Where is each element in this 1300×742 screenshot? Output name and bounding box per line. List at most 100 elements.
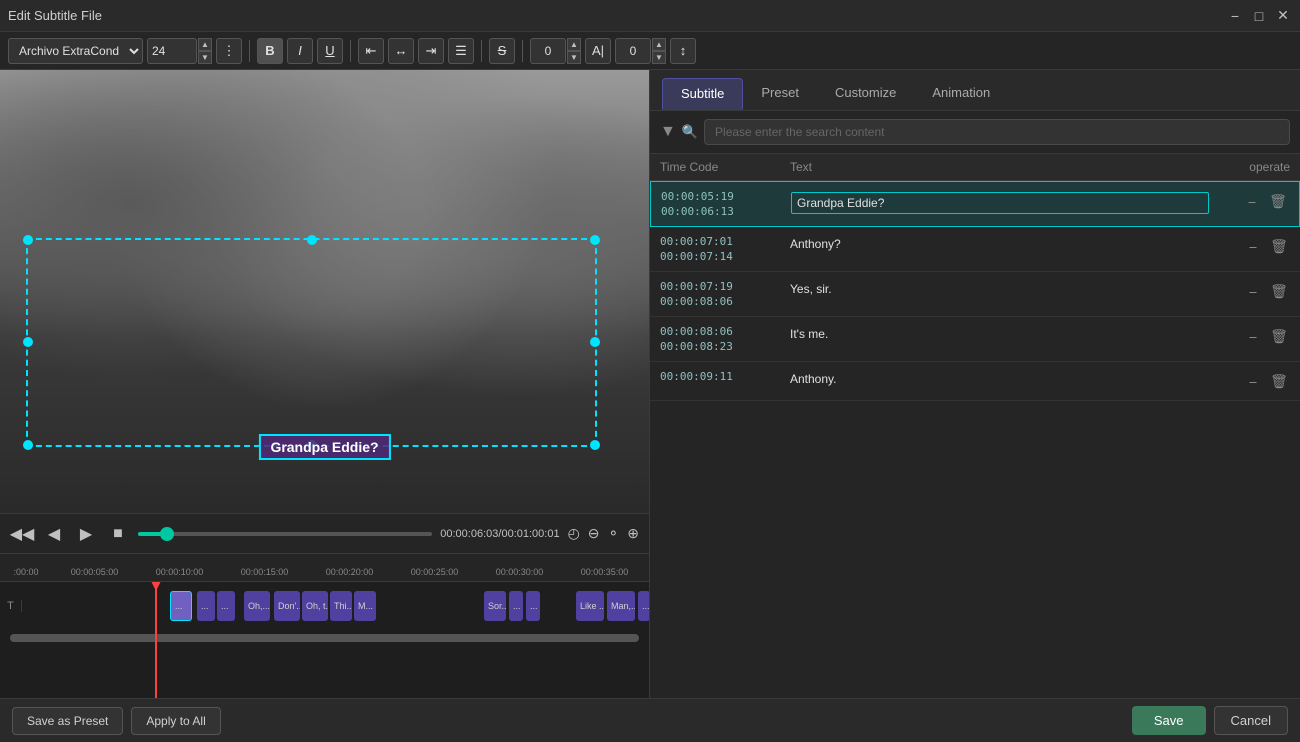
save-preset-button[interactable]: Save as Preset — [12, 707, 123, 735]
tab-animation[interactable]: Animation — [914, 78, 1008, 110]
clip-6[interactable]: Thi... — [330, 591, 352, 621]
align-center-button[interactable]: ↔ — [388, 38, 414, 64]
zoom-in-button[interactable]: ⊕ — [627, 525, 639, 542]
handle-mid-right[interactable] — [590, 337, 600, 347]
play-button[interactable]: ▶ — [74, 522, 98, 546]
fit-button[interactable]: ◴ — [568, 525, 580, 542]
skip-back-button[interactable]: ◀◀ — [10, 522, 34, 546]
font-selector[interactable]: Archivo ExtraCond — [8, 38, 143, 64]
mark-7: 00:00:35:00 — [562, 567, 647, 577]
handle-mid-left[interactable] — [23, 337, 33, 347]
font-size-up[interactable]: ▲ — [198, 38, 212, 51]
subtitle-item-4[interactable]: 00:00:08:06 00:00:08:23 It's me. ⎯ 🗑 — [650, 317, 1300, 362]
split-button-3[interactable]: ⎯ — [1242, 280, 1264, 302]
delete-button-4[interactable]: 🗑 — [1268, 325, 1290, 347]
right-panel: Subtitle Preset Customize Animation ▼ 🔍 … — [650, 70, 1300, 698]
delete-button-1[interactable]: 🗑 — [1267, 190, 1289, 212]
zoom-out-button[interactable]: ⊖ — [588, 525, 600, 542]
strikethrough-button[interactable]: S — [489, 38, 515, 64]
maximize-button[interactable]: □ — [1250, 7, 1268, 25]
split-button-5[interactable]: ⎯ — [1242, 370, 1264, 392]
font-size-input[interactable]: 24 — [147, 38, 197, 64]
end-time-3: 00:00:08:06 — [660, 295, 790, 308]
position-input[interactable] — [615, 38, 651, 64]
progress-thumb[interactable] — [160, 527, 174, 541]
clip-1[interactable]: ... — [197, 591, 215, 621]
clip-3[interactable]: Oh,... — [244, 591, 270, 621]
video-area: Grandpa Eddie? — [0, 70, 649, 513]
bottom-right: Save Cancel — [1132, 706, 1288, 735]
save-button[interactable]: Save — [1132, 706, 1206, 735]
timecodes-3: 00:00:07:19 00:00:08:06 — [660, 280, 790, 308]
position-group: ▲ ▼ — [615, 38, 666, 64]
subtitle-text-input-1[interactable] — [791, 192, 1209, 214]
handle-bot-left[interactable] — [23, 440, 33, 450]
spacing-up[interactable]: ▲ — [567, 38, 581, 51]
spacing-down[interactable]: ▼ — [567, 51, 581, 64]
stop-button[interactable]: ■ — [106, 522, 130, 546]
clip-12[interactable]: Man,... — [607, 591, 635, 621]
apply-all-button[interactable]: Apply to All — [131, 707, 220, 735]
split-button-4[interactable]: ⎯ — [1242, 325, 1264, 347]
delete-button-3[interactable]: 🗑 — [1268, 280, 1290, 302]
clip-7[interactable]: M... — [354, 591, 376, 621]
mark-3: 00:00:15:00 — [222, 567, 307, 577]
timeline-tracks[interactable]: T ... ... ... Oh,... Don'... Oh, t... Th… — [0, 582, 649, 698]
start-time-1: 00:00:05:19 — [661, 190, 791, 203]
clip-10[interactable]: ... — [526, 591, 540, 621]
tab-subtitle[interactable]: Subtitle — [662, 78, 743, 110]
subtitle-item-2[interactable]: 00:00:07:01 00:00:07:14 Anthony? ⎯ 🗑 — [650, 227, 1300, 272]
timeline-scrollbar[interactable] — [10, 634, 639, 642]
handle-top-left[interactable] — [23, 235, 33, 245]
close-button[interactable]: ✕ — [1274, 7, 1292, 25]
clip-11[interactable]: Like ... — [576, 591, 604, 621]
zoom-point-button[interactable]: ⚬ — [608, 525, 620, 542]
frame-back-button[interactable]: ◀ — [42, 522, 66, 546]
cancel-button[interactable]: Cancel — [1214, 706, 1288, 735]
filter-button[interactable]: ▼ — [660, 123, 676, 141]
handle-top-mid[interactable] — [307, 235, 317, 245]
search-input[interactable] — [704, 119, 1290, 145]
clip-2[interactable]: ... — [217, 591, 235, 621]
handle-top-right[interactable] — [590, 235, 600, 245]
subtitle-item-3[interactable]: 00:00:07:19 00:00:08:06 Yes, sir. ⎯ 🗑 — [650, 272, 1300, 317]
progress-bar[interactable] — [138, 532, 432, 536]
start-time-5: 00:00:09:11 — [660, 370, 790, 383]
font-size-stepper: ▲ ▼ — [198, 38, 212, 64]
text-style-icon[interactable]: ⋮ — [216, 38, 242, 64]
actions-2: ⎯ 🗑 — [1210, 235, 1290, 257]
subtitle-item-1[interactable]: 00:00:05:19 00:00:06:13 ⎯ 🗑 — [650, 181, 1300, 227]
position-up[interactable]: ▲ — [652, 38, 666, 51]
handle-bot-right[interactable] — [590, 440, 600, 450]
selection-box[interactable] — [26, 238, 597, 446]
delete-button-2[interactable]: 🗑 — [1268, 235, 1290, 257]
minimize-button[interactable]: − — [1226, 7, 1244, 25]
clip-9[interactable]: ... — [509, 591, 523, 621]
spacing-input[interactable] — [530, 38, 566, 64]
title-bar-controls: − □ ✕ — [1226, 7, 1292, 25]
timeline-ruler: :00:00 00:00:05:00 00:00:10:00 00:00:15:… — [0, 554, 649, 582]
tab-customize[interactable]: Customize — [817, 78, 914, 110]
split-button-1[interactable]: ⎯ — [1241, 190, 1263, 212]
clip-active[interactable]: ... — [170, 591, 192, 621]
align-justify-button[interactable]: ☰ — [448, 38, 474, 64]
font-size-down[interactable]: ▼ — [198, 51, 212, 64]
bold-button[interactable]: B — [257, 38, 283, 64]
video-frame: Grandpa Eddie? — [0, 70, 649, 513]
clip-4[interactable]: Don'... — [274, 591, 300, 621]
underline-button[interactable]: U — [317, 38, 343, 64]
delete-button-5[interactable]: 🗑 — [1268, 370, 1290, 392]
align-left-button[interactable]: ⇤ — [358, 38, 384, 64]
italic-button[interactable]: I — [287, 38, 313, 64]
tab-preset[interactable]: Preset — [743, 78, 817, 110]
clip-13[interactable]: ... — [638, 591, 649, 621]
subtitle-item-5[interactable]: 00:00:09:11 Anthony. ⎯ 🗑 — [650, 362, 1300, 401]
actions-4: ⎯ 🗑 — [1210, 325, 1290, 347]
align-right-button[interactable]: ⇥ — [418, 38, 444, 64]
split-button-2[interactable]: ⎯ — [1242, 235, 1264, 257]
left-panel: Grandpa Eddie? ◀◀ ◀ ▶ ■ 00:00:06:03/00:0… — [0, 70, 650, 698]
position-down[interactable]: ▼ — [652, 51, 666, 64]
clip-5[interactable]: Oh, t... — [302, 591, 328, 621]
clip-8[interactable]: Sor... — [484, 591, 506, 621]
mark-1: 00:00:05:00 — [52, 567, 137, 577]
